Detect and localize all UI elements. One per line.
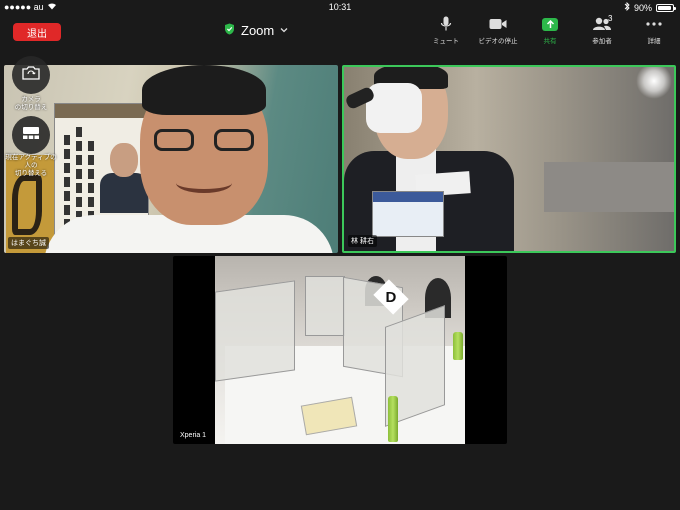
video-camera-icon [489,16,507,32]
table-sign-letter: D [385,288,397,306]
share-arrow-icon [542,17,558,31]
video-tile-hayashi-active[interactable]: 林 耕右 [342,65,676,253]
switch-layout-button[interactable] [12,116,50,154]
camera-switch-icon [21,65,41,86]
video-tile-xperia[interactable]: D Xperia 1 [173,256,507,444]
tile-name-label: はまぐち誠 [8,237,49,249]
meeting-title-label: Zoom [241,22,275,38]
meeting-toolbar: ミュート ビデオの停止 共有 3 参加者 詳細 [420,14,680,46]
participants-label: 参加者 [592,38,612,45]
share-label: 共有 [543,38,557,45]
participants-button[interactable]: 3 参加者 [576,14,628,46]
ceiling-light [636,67,672,99]
mute-label: ミュート [433,38,459,45]
share-button[interactable]: 共有 [524,16,576,46]
more-button[interactable]: 詳細 [628,16,680,46]
battery-icon [656,3,676,12]
status-bar: ●●●●● au 10:31 90% [0,0,680,14]
shield-icon [224,23,235,38]
more-label: 詳細 [647,38,661,45]
status-time: 10:31 [328,2,352,12]
leave-button[interactable]: 退出 [13,23,61,41]
participant-count: 3 [608,14,613,23]
bluetooth-icon [624,1,630,13]
mute-button[interactable]: ミュート [420,16,472,46]
stop-video-button[interactable]: ビデオの停止 [472,16,524,46]
chevron-down-icon [280,25,288,35]
switch-camera-button[interactable] [12,56,50,94]
battery-level [658,5,671,10]
meeting-title[interactable]: Zoom [224,20,288,40]
face-mask [366,83,422,133]
stop-video-label: ビデオの停止 [478,38,518,45]
status-right: 90% [624,1,676,13]
bottle [388,396,398,442]
id-badge [372,191,444,237]
tile-name-label: Xperia 1 [177,431,210,440]
microphone-icon [440,16,452,32]
switch-camera-label: カメラ の切り替え [14,96,48,112]
layout-grid-icon [22,126,40,145]
switch-layout-label: 現在アクティブの 人の 切り替える [5,154,57,178]
more-dots-icon [646,16,662,32]
room-scene: D [215,256,465,444]
tile-name-label: 林 耕右 [348,235,377,247]
battery-percent: 90% [633,2,652,13]
